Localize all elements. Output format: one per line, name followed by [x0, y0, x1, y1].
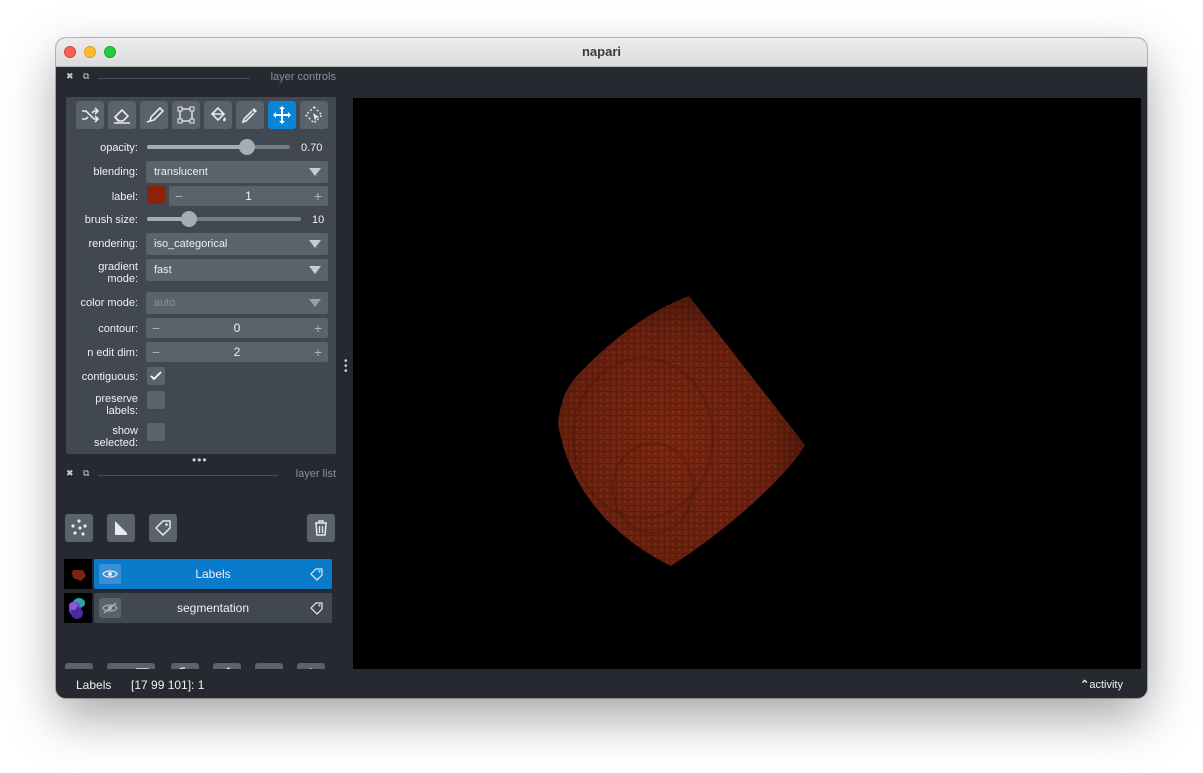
eye-icon [102, 570, 118, 578]
new-labels-button[interactable] [149, 514, 177, 542]
contour-label: contour: [98, 323, 138, 335]
layer-thumbnail [64, 559, 92, 589]
brush-size-slider-handle[interactable] [181, 211, 197, 227]
napari-window: napari ✖ ⧉ layer controls opacity: 0.70 … [56, 38, 1147, 698]
layer-name: Labels [195, 567, 231, 581]
layer-controls-title: layer controls [270, 71, 336, 83]
dock-splitter-handle[interactable]: ••• [192, 454, 208, 466]
color-picker-icon [241, 108, 257, 124]
color-mode-label: color mode: [80, 297, 138, 309]
select-icon [305, 106, 323, 124]
transform-icon [177, 106, 195, 124]
checkmark-icon [150, 371, 162, 381]
fill-bucket-icon [210, 106, 226, 122]
n-edit-dim-label: n edit dim: [87, 347, 138, 359]
layer-row-segmentation[interactable]: segmentation [64, 593, 332, 623]
color-mode-dropdown: auto [146, 292, 328, 314]
preserve-labels-checkbox[interactable] [147, 391, 165, 409]
shuffle-icon [82, 107, 100, 123]
rendering-label: rendering: [88, 238, 138, 250]
dock-close-icon[interactable]: ✖ [66, 468, 74, 479]
label-color-swatch[interactable] [147, 186, 165, 204]
status-layer-name: Labels [76, 678, 112, 692]
main-area: ✖ ⧉ layer controls opacity: 0.70 blendin… [56, 67, 1147, 698]
chevron-down-icon [309, 240, 321, 248]
opacity-value: 0.70 [301, 142, 323, 154]
label-spinbox[interactable]: − 1 + [169, 186, 328, 206]
paintbrush-icon [146, 106, 164, 123]
dock-divider [98, 78, 250, 79]
chevron-down-icon [309, 266, 321, 274]
window-title: napari [581, 44, 621, 59]
dock-close-icon[interactable]: ✖ [66, 71, 74, 82]
show-selected-checkbox[interactable] [147, 423, 165, 441]
eye-hidden-icon [102, 602, 118, 614]
layer-list-title: layer list [295, 468, 336, 480]
points-icon [71, 519, 87, 536]
trash-icon [315, 520, 327, 536]
preserve-labels-label: preserve labels: [95, 393, 138, 417]
labels-layer-type-icon [310, 568, 323, 581]
blending-label: blending: [93, 166, 138, 178]
status-coordinates: [17 99 101]: 1 [131, 678, 205, 692]
show-selected-label: show selected: [93, 425, 138, 449]
opacity-slider-handle[interactable] [239, 139, 255, 155]
labels-volume-render [558, 296, 805, 566]
chevron-up-icon: ⌃ [1080, 679, 1090, 691]
gradient-mode-dropdown[interactable]: fast [146, 259, 328, 281]
brush-size-label: brush size: [84, 214, 138, 226]
contour-spinbox[interactable]: − 0 + [146, 318, 328, 338]
minus-icon[interactable]: − [175, 186, 183, 206]
minus-icon[interactable]: − [152, 342, 160, 362]
chevron-down-icon [309, 168, 321, 176]
tag-icon [154, 520, 171, 537]
eraser-icon [113, 108, 130, 124]
rendering-dropdown[interactable]: iso_categorical [146, 233, 328, 255]
contiguous-label: contiguous: [81, 371, 138, 383]
blending-dropdown[interactable]: translucent [146, 161, 328, 183]
panel-resize-handle[interactable]: • • • [344, 357, 348, 377]
viewer-canvas[interactable] [353, 98, 1141, 695]
pick-button[interactable] [236, 101, 264, 129]
plus-icon[interactable]: + [314, 318, 322, 338]
minus-icon[interactable]: − [152, 318, 160, 338]
layer-thumbnail [64, 593, 92, 623]
dock-divider [98, 475, 278, 476]
delete-layer-button[interactable] [307, 514, 335, 542]
dock-float-icon[interactable]: ⧉ [83, 468, 89, 479]
plus-icon[interactable]: + [314, 186, 322, 206]
dock-float-icon[interactable]: ⧉ [83, 71, 89, 82]
pan-zoom-button[interactable] [268, 101, 296, 129]
transform-button[interactable] [172, 101, 200, 129]
select-button[interactable] [300, 101, 328, 129]
layer-controls-header: ✖ ⧉ layer controls [66, 71, 336, 85]
shuffle-colors-button[interactable] [76, 101, 104, 129]
title-bar: napari [56, 38, 1147, 67]
label-label: label: [111, 191, 138, 203]
gradient-mode-label: gradient mode: [98, 261, 138, 285]
activity-button[interactable]: ⌃activity [1080, 678, 1123, 691]
chevron-down-icon [309, 299, 321, 307]
shapes-icon [115, 521, 127, 535]
layer-row-labels[interactable]: Labels [64, 559, 332, 589]
fill-button[interactable] [204, 101, 232, 129]
visibility-toggle[interactable] [99, 564, 121, 584]
contiguous-checkbox[interactable] [147, 367, 165, 385]
layer-controls-panel: opacity: 0.70 blending: translucent labe… [66, 97, 336, 454]
paint-button[interactable] [140, 101, 168, 129]
erase-button[interactable] [108, 101, 136, 129]
labels-layer-type-icon [310, 602, 323, 615]
new-points-button[interactable] [65, 514, 93, 542]
n-edit-dim-spinbox[interactable]: − 2 + [146, 342, 328, 362]
visibility-toggle[interactable] [99, 598, 121, 618]
status-bar: Labels [17 99 101]: 1 ⌃activity [56, 669, 1147, 698]
brush-size-value: 10 [312, 214, 325, 226]
layer-list-header: ✖ ⧉ layer list [66, 468, 336, 482]
plus-icon[interactable]: + [314, 342, 322, 362]
pan-zoom-icon [273, 106, 291, 124]
new-shapes-button[interactable] [107, 514, 135, 542]
layer-name: segmentation [176, 601, 250, 615]
opacity-label: opacity: [100, 142, 138, 154]
